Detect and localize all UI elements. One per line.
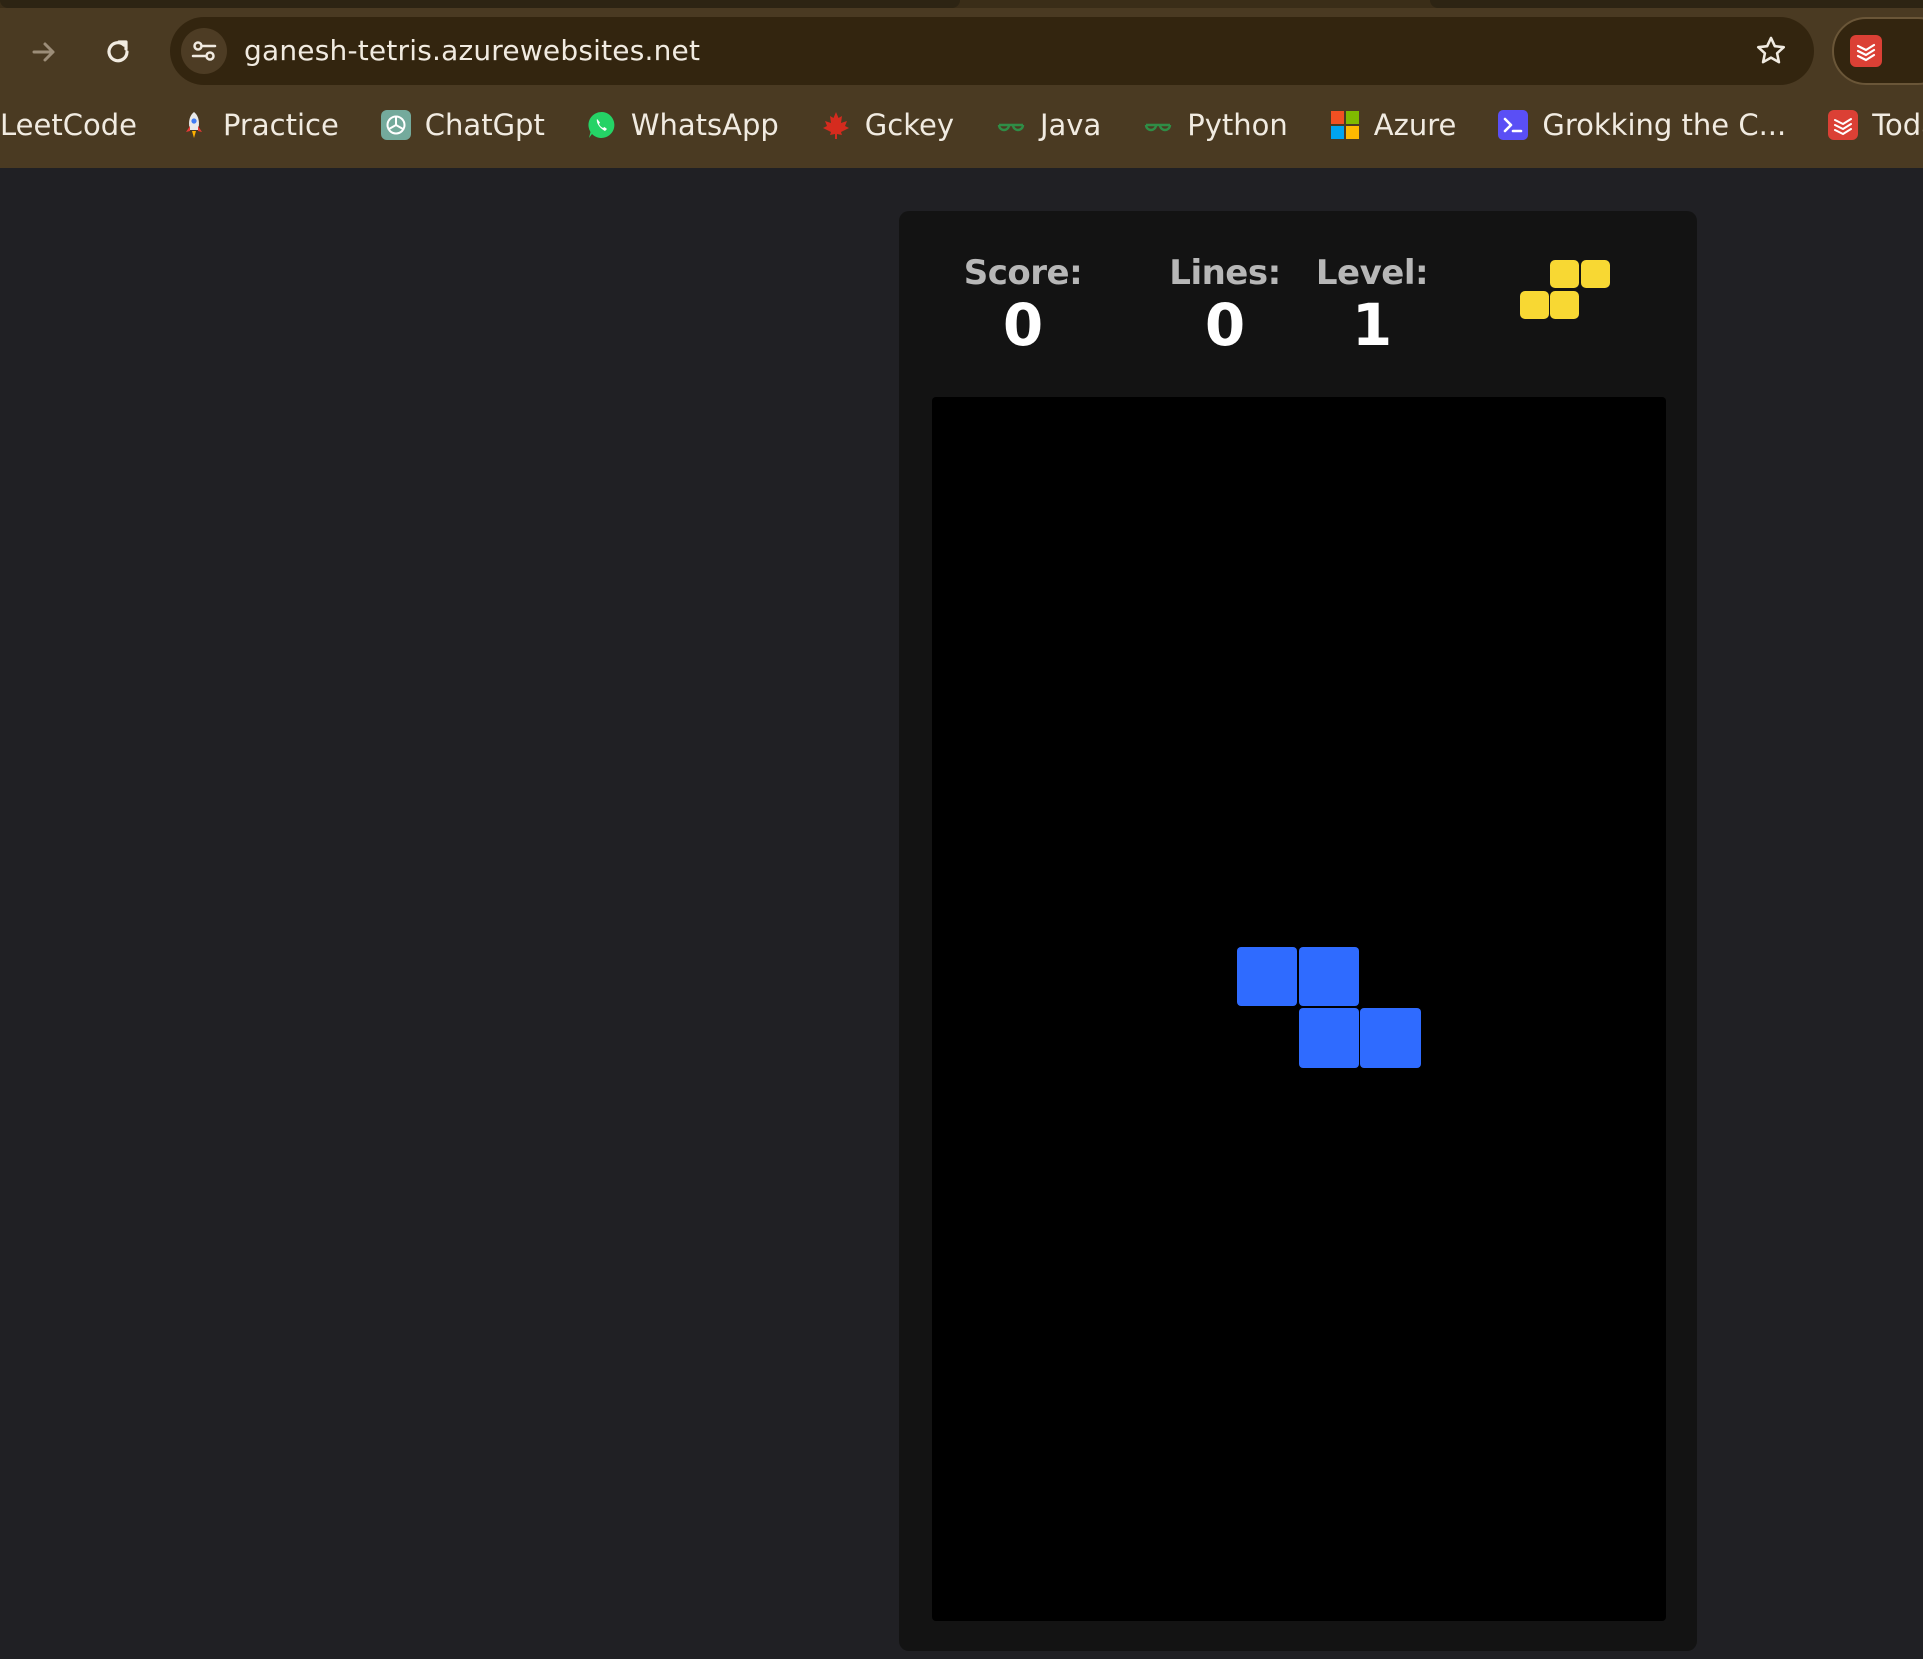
browser-tab[interactable] [1430,0,1923,8]
address-bar[interactable]: ganesh-tetris.azurewebsites.net [170,17,1814,85]
score-display: Score: 0 [963,253,1083,359]
active-piece-block [1237,947,1297,1006]
tetris-game-panel: Score: 0 Lines: 0 Level: 1 [899,211,1697,1651]
star-icon [1756,36,1786,64]
level-display: Level: 1 [1312,253,1432,359]
bookmark-label: Grokking the C... [1542,108,1787,142]
bookmark-label: Today – T [1872,108,1923,142]
todoist-icon [1828,110,1859,140]
bookmark-label: Gckey [864,108,954,142]
next-piece-preview [1520,260,1610,319]
chatgpt-icon [380,110,411,140]
active-piece-block [1360,1008,1421,1068]
todoist-extension-icon[interactable] [1850,35,1882,67]
tune-icon [191,41,217,61]
url-text[interactable]: ganesh-tetris.azurewebsites.net [244,17,700,85]
arrow-right-icon [32,42,55,62]
lines-value: 0 [1204,291,1246,359]
bookmark-label: Azure [1373,108,1457,142]
reload-icon [107,40,129,63]
active-piece-block [1299,947,1359,1006]
next-piece-block [1520,291,1549,319]
bookmarks-bar: LeetCode Practice ChatGpt WhatsApp Gckey… [0,100,1923,150]
bookmark-whatsapp[interactable]: WhatsApp [566,100,800,150]
whatsapp-icon [587,110,617,140]
bookmark-label: Python [1187,108,1288,142]
bookmark-star-button[interactable] [1752,32,1790,70]
reload-button[interactable] [88,22,148,82]
score-value: 0 [1002,291,1044,359]
next-piece-block [1550,260,1579,288]
board-canvas [1237,947,1421,1068]
level-value: 1 [1351,291,1393,359]
terminal-icon [1498,110,1529,140]
lines-display: Lines: 0 [1165,253,1285,359]
maple-leaf-icon [821,110,851,140]
score-label: Score: [963,253,1083,293]
microsoft-icon [1330,110,1360,140]
bookmark-today[interactable]: Today – T [1807,100,1923,150]
bookmark-leetcode[interactable]: LeetCode [0,100,158,150]
geeksforgeeks-icon [1143,110,1173,140]
game-board[interactable] [932,397,1666,1621]
bookmark-label: Practice [222,108,339,142]
active-piece-block [1299,1008,1359,1068]
bookmark-label: LeetCode [0,108,137,142]
extensions-area [1832,17,1923,85]
next-piece-block [1550,291,1579,319]
bookmark-label: WhatsApp [630,108,779,142]
lines-label: Lines: [1169,253,1281,293]
level-label: Level: [1315,253,1429,293]
next-piece-block [1581,260,1610,288]
forward-button[interactable] [14,22,74,82]
bookmark-label: Java [1039,108,1102,142]
bookmark-python[interactable]: Python [1122,100,1309,150]
browser-tab[interactable] [0,0,960,8]
rocket-icon [179,110,209,140]
bookmark-grokking[interactable]: Grokking the C... [1477,100,1807,150]
bookmark-azure[interactable]: Azure [1309,100,1478,150]
bookmark-practice[interactable]: Practice [158,100,360,150]
bookmark-java[interactable]: Java [975,100,1122,150]
browser-toolbar: ganesh-tetris.azurewebsites.net LeetCode [0,0,1923,168]
tab-strip [0,0,1923,8]
site-info-button[interactable] [181,28,227,74]
bookmark-label: ChatGpt [424,108,545,142]
bookmark-chatgpt[interactable]: ChatGpt [360,100,566,150]
bookmark-gckey[interactable]: Gckey [800,100,975,150]
geeksforgeeks-icon [996,110,1026,140]
